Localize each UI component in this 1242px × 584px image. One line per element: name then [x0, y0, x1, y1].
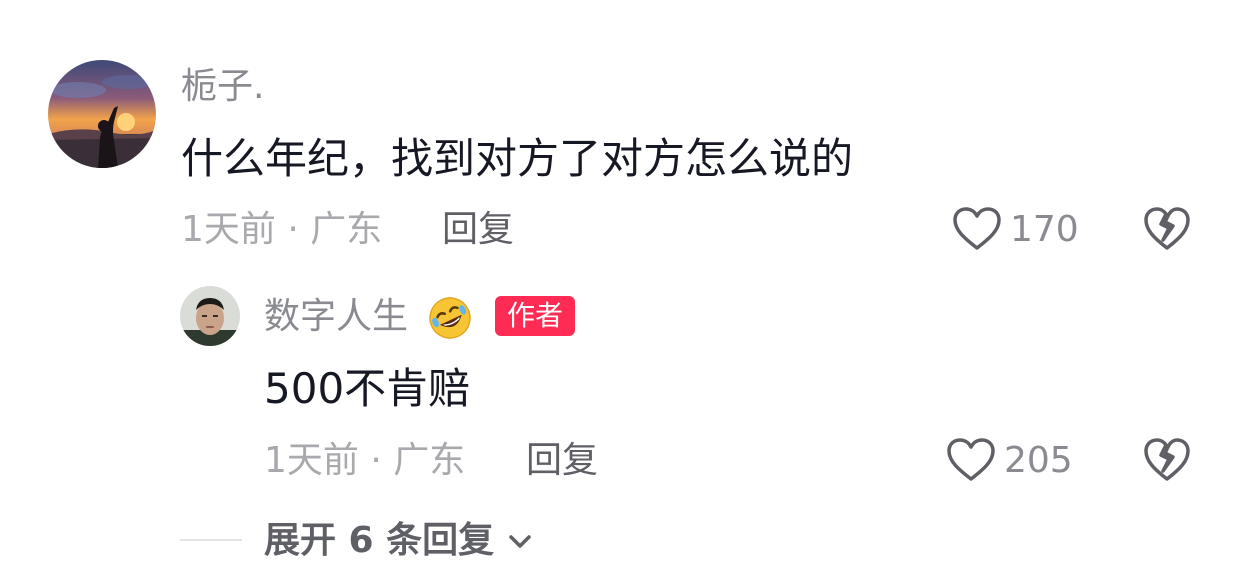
reply-text: 500不肯赔 — [264, 364, 471, 413]
reply-reply-button[interactable]: 回复 — [526, 443, 598, 479]
reply-avatar[interactable] — [180, 286, 240, 346]
heart-icon[interactable] — [952, 206, 1002, 252]
avatar-image — [48, 60, 156, 168]
author-badge: 作者 — [495, 296, 576, 336]
chevron-down-icon[interactable] — [506, 529, 534, 553]
dislike-icon[interactable] — [1143, 437, 1191, 483]
heart-icon[interactable] — [946, 437, 996, 483]
comment-time-location: 1天前 · 广东 — [181, 209, 383, 250]
reply-username[interactable]: 数字人生 — [264, 299, 408, 335]
like-count: 170 — [1010, 209, 1079, 250]
avatar[interactable] — [48, 60, 156, 168]
reply-time-location: 1天前 · 广东 — [264, 440, 466, 481]
reply-like-count: 205 — [1004, 440, 1073, 481]
reply-avatar-image — [180, 286, 240, 346]
comment-username[interactable]: 栀子. — [181, 69, 264, 105]
rofl-emoji-icon — [426, 294, 474, 342]
expand-replies-button[interactable]: 展开 6 条回复 — [264, 523, 494, 559]
comment-text: 什么年纪，找到对方了对方怎么说的 — [181, 134, 854, 183]
reply-button[interactable]: 回复 — [442, 212, 514, 248]
dislike-icon[interactable] — [1143, 206, 1191, 252]
expand-divider — [180, 539, 242, 541]
